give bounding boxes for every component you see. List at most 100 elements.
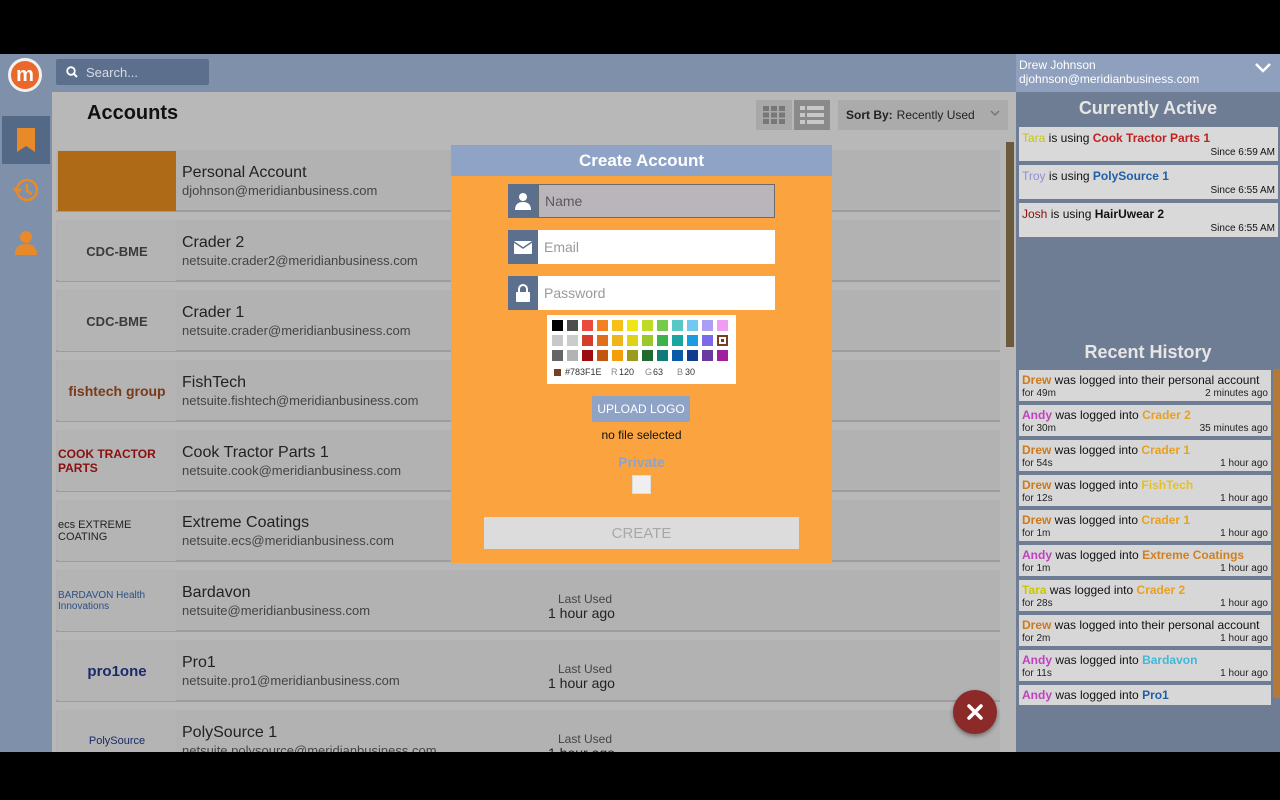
color-swatch[interactable]: [717, 335, 728, 346]
upload-logo-button[interactable]: UPLOAD LOGO: [592, 396, 690, 422]
recent-history-title: Recent History: [1084, 342, 1212, 362]
color-swatch[interactable]: [702, 350, 713, 361]
user-email: djohnson@meridianbusiness.com: [1019, 72, 1200, 86]
sort-label: Sort By:: [846, 108, 893, 122]
account-logo-text: fishtech group: [68, 383, 166, 399]
color-swatch[interactable]: [612, 320, 623, 331]
history-card[interactable]: Drew was logged into their personal acco…: [1019, 370, 1271, 401]
account-name: PolySource 1: [182, 724, 278, 741]
account-logo: COOK TRACTOR PARTS: [58, 431, 176, 491]
password-input[interactable]: [538, 276, 775, 310]
search-input[interactable]: [86, 64, 196, 80]
account-logo: pro1one: [58, 641, 176, 701]
account-logo: CDC-BME: [58, 221, 176, 281]
search-box[interactable]: [56, 59, 209, 85]
private-checkbox[interactable]: [632, 475, 651, 494]
color-swatch[interactable]: [567, 335, 578, 346]
history-text: Tara was logged into Crader 2: [1022, 583, 1268, 597]
user-icon: [15, 231, 37, 255]
color-swatch[interactable]: [597, 320, 608, 331]
color-swatch[interactable]: [552, 350, 563, 361]
account-logo: fishtech group: [58, 361, 176, 421]
account-email: netsuite.cook@meridianbusiness.com: [182, 463, 402, 478]
account-logo: [58, 151, 176, 211]
color-swatch[interactable]: [642, 350, 653, 361]
color-swatch[interactable]: [612, 350, 623, 361]
color-swatch[interactable]: [582, 350, 593, 361]
name-input[interactable]: [538, 184, 775, 218]
account-row[interactable]: BARDAVON Health Innovations Bardavon netsu…: [56, 570, 1000, 632]
active-session-card[interactable]: Troy is using PolySource 1 Since 6:55 AM: [1019, 165, 1278, 199]
color-swatch[interactable]: [672, 320, 683, 331]
bookmarks-nav-button[interactable]: [2, 116, 50, 164]
history-user: Drew: [1022, 373, 1052, 387]
history-card[interactable]: Drew was logged into Crader 1 for 1m 1 hou…: [1019, 510, 1271, 541]
history-action: was logged into: [1051, 443, 1142, 457]
history-card[interactable]: Andy was logged into Bardavon for 11s 1 ho…: [1019, 650, 1271, 681]
history-card[interactable]: Drew was logged into FishTech for 12s 1 ho…: [1019, 475, 1271, 506]
sort-dropdown[interactable]: Sort By: Recently Used: [838, 100, 1008, 130]
color-swatch[interactable]: [552, 335, 563, 346]
active-session-card[interactable]: Josh is using HairUwear 2 Since 6:55 AM: [1019, 203, 1278, 237]
active-session-card[interactable]: Tara is using Cook Tractor Parts 1 Since …: [1019, 127, 1278, 161]
history-nav-button[interactable]: [2, 166, 50, 214]
color-swatch[interactable]: [552, 320, 563, 331]
color-swatch[interactable]: [582, 335, 593, 346]
color-swatch[interactable]: [717, 320, 728, 331]
history-text: Andy was logged into Bardavon: [1022, 653, 1268, 667]
b-label: B: [677, 367, 684, 377]
email-field: [508, 230, 775, 264]
color-swatch[interactable]: [627, 320, 638, 331]
color-swatch[interactable]: [642, 320, 653, 331]
user-menu[interactable]: Drew Johnson djohnson@meridianbusiness.c…: [1016, 54, 1280, 92]
grid-view-button[interactable]: [756, 100, 792, 130]
active-mid: is using: [1045, 169, 1093, 183]
last-used-label: Last Used: [558, 592, 613, 606]
color-swatch[interactable]: [612, 335, 623, 346]
color-swatch[interactable]: [627, 350, 638, 361]
activity-panel: Currently Active Tara is using Cook Trac…: [1016, 92, 1280, 752]
g-value: 63: [653, 367, 664, 377]
color-swatch[interactable]: [567, 350, 578, 361]
meridian-logo[interactable]: m: [8, 58, 42, 92]
history-card[interactable]: Drew was logged into their personal acco…: [1019, 615, 1271, 646]
user-nav-button[interactable]: [2, 218, 50, 266]
account-name: Personal Account: [182, 164, 307, 181]
account-row[interactable]: PolySource PolySource 1 netsuite.polysourc…: [56, 710, 1000, 752]
history-scrollbar[interactable]: [1273, 369, 1280, 698]
account-row[interactable]: pro1one Pro1 netsuite.pro1@meridianbusines…: [56, 640, 1000, 702]
history-card[interactable]: Andy was logged into Crader 2 for 30m 35 m…: [1019, 405, 1271, 436]
color-swatch[interactable]: [672, 350, 683, 361]
color-swatch[interactable]: [702, 320, 713, 331]
color-swatch[interactable]: [597, 350, 608, 361]
color-swatch[interactable]: [687, 350, 698, 361]
color-swatch[interactable]: [657, 320, 668, 331]
color-swatch[interactable]: [597, 335, 608, 346]
color-swatch[interactable]: [687, 335, 698, 346]
history-card[interactable]: Andy was logged into Pro1: [1019, 685, 1271, 705]
color-swatch[interactable]: [567, 320, 578, 331]
private-label: Private: [618, 454, 665, 470]
color-swatch[interactable]: [657, 335, 668, 346]
color-swatch[interactable]: [672, 335, 683, 346]
history-card[interactable]: Andy was logged into Extreme Coatings for…: [1019, 545, 1271, 576]
color-swatch[interactable]: [582, 320, 593, 331]
color-swatch[interactable]: [717, 350, 728, 361]
color-swatch[interactable]: [627, 335, 638, 346]
list-scrollbar[interactable]: [1006, 142, 1014, 347]
email-input[interactable]: [538, 230, 775, 264]
history-card[interactable]: Drew was logged into Crader 1 for 54s 1 ho…: [1019, 440, 1271, 471]
color-swatch[interactable]: [702, 335, 713, 346]
history-action: was logged into: [1046, 583, 1137, 597]
create-button[interactable]: CREATE: [484, 517, 799, 549]
chevron-down-icon[interactable]: [1254, 62, 1272, 74]
bookmark-icon: [17, 128, 35, 152]
account-logo-text: CDC-BME: [86, 243, 148, 259]
list-view-button[interactable]: [794, 100, 830, 130]
history-card[interactable]: Tara was logged into Crader 2 for 28s 1 ho…: [1019, 580, 1271, 611]
color-picker: #783F1E R 120 G 63 B 30: [547, 315, 736, 384]
color-swatch[interactable]: [687, 320, 698, 331]
color-swatch[interactable]: [657, 350, 668, 361]
color-swatch[interactable]: [642, 335, 653, 346]
close-dialog-button[interactable]: [953, 690, 997, 734]
